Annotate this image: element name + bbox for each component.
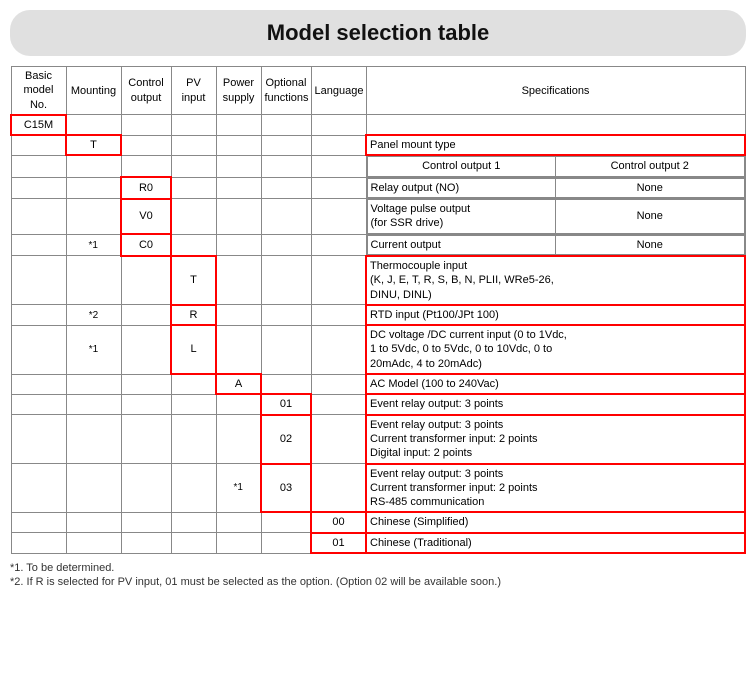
header-optional-functions: Optionalfunctions: [261, 67, 311, 115]
header-basic-model: Basicmodel No.: [11, 67, 66, 115]
table-header: Basicmodel No. Mounting Controloutput PV…: [11, 67, 745, 115]
table-row: R0 Relay output (NO) None: [11, 177, 745, 198]
control-V0: V0: [121, 199, 171, 235]
optional-02: 02: [261, 415, 311, 464]
language-01: 01: [311, 533, 366, 553]
table-row: A AC Model (100 to 240Vac): [11, 374, 745, 394]
title-box: Model selection table: [10, 10, 746, 56]
header-power-supply: Powersupply: [216, 67, 261, 115]
table-row-subheader: Control output 1 Control output 2: [11, 155, 745, 177]
optional-01: 01: [261, 394, 311, 414]
power-A: A: [216, 374, 261, 394]
pv-L: L: [171, 325, 216, 374]
table-row: *1 C0 Current output None: [11, 234, 745, 256]
header-control-output: Controloutput: [121, 67, 171, 115]
optional-03: 03: [261, 464, 311, 513]
table-row: 01 Event relay output: 3 points: [11, 394, 745, 414]
table-row: V0 Voltage pulse output(for SSR drive) N…: [11, 199, 745, 235]
header-mounting: Mounting: [66, 67, 121, 115]
spec-subheader-control2: Control output 2: [556, 157, 745, 176]
table-row: 00 Chinese (Simplified): [11, 512, 745, 532]
table-row: *1 03 Event relay output: 3 pointsCurren…: [11, 464, 745, 513]
header-pv-input: PVinput: [171, 67, 216, 115]
notes-section: *1. To be determined. *2. If R is select…: [10, 562, 746, 588]
language-00: 00: [311, 512, 366, 532]
note-2: *2. If R is selected for PV input, 01 mu…: [10, 576, 746, 588]
note-1: *1. To be determined.: [10, 562, 746, 574]
header-specifications: Specifications: [366, 67, 745, 115]
basic-model-c15m: C15M: [11, 115, 66, 135]
pv-T: T: [171, 256, 216, 305]
table-row: T Panel mount type: [11, 135, 745, 155]
control-C0: C0: [121, 234, 171, 256]
page-title: Model selection table: [30, 20, 726, 46]
control-R0: R0: [121, 177, 171, 198]
table-row: *1 L DC voltage /DC current input (0 to …: [11, 325, 745, 374]
pv-R: R: [171, 305, 216, 325]
table-row: *2 R RTD input (Pt100/JPt 100): [11, 305, 745, 325]
header-language: Language: [311, 67, 366, 115]
table-row: T Thermocouple input(K, J, E, T, R, S, B…: [11, 256, 745, 305]
table-row: 02 Event relay output: 3 pointsCurrent t…: [11, 415, 745, 464]
table-row: 01 Chinese (Traditional): [11, 533, 745, 553]
spec-subheader-control1: Control output 1: [367, 157, 556, 176]
mounting-T: T: [66, 135, 121, 155]
table-row: C15M: [11, 115, 745, 135]
model-selection-table: Basicmodel No. Mounting Controloutput PV…: [10, 66, 746, 554]
